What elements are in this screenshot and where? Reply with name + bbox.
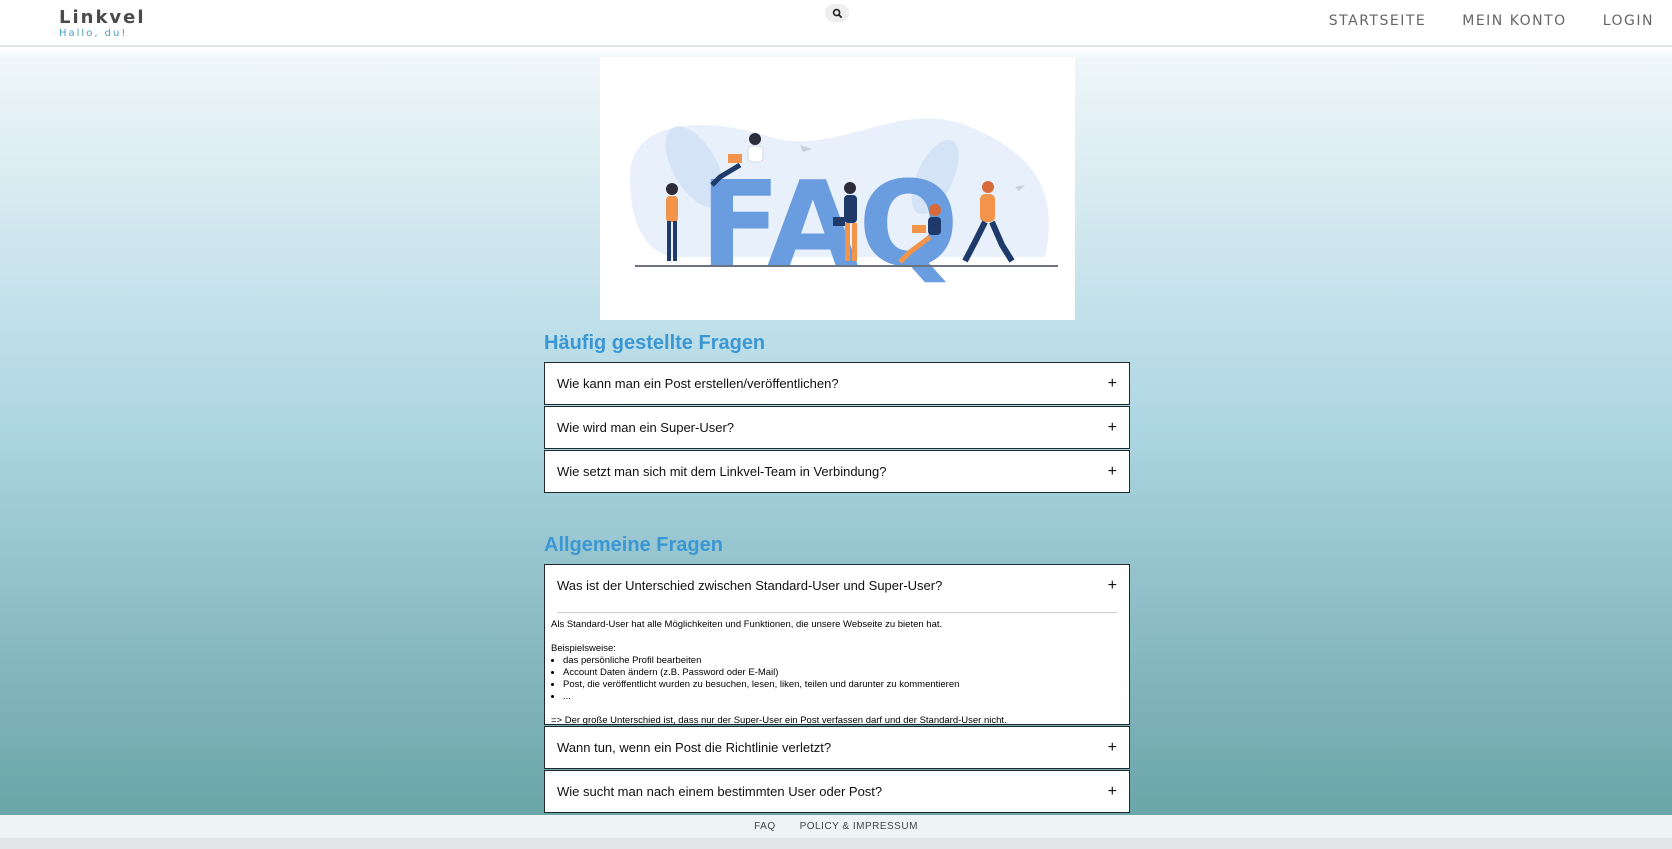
section-title-allgemein: Allgemeine Fragen	[544, 534, 723, 556]
list-item: ...	[563, 691, 1123, 703]
top-navbar: Linkvel Hallo, du! STARTSEITE MEIN KONTO…	[0, 0, 1672, 47]
faq-hero-illustration: FAQ	[600, 57, 1075, 320]
list-item: das persönliche Profil bearbeiten	[563, 655, 1123, 667]
search-icon	[832, 8, 842, 18]
plus-icon[interactable]: +	[1108, 375, 1117, 392]
faq-question: Wie setzt man sich mit dem Linkvel-Team …	[557, 464, 887, 479]
brand-logo[interactable]: Linkvel Hallo, du!	[59, 8, 146, 40]
answer-divider	[557, 612, 1117, 613]
faq-question: Was ist der Unterschied zwischen Standar…	[557, 578, 943, 593]
plus-icon[interactable]: +	[1108, 577, 1117, 594]
faq-question: Wie sucht man nach einem bestimmten User…	[557, 784, 883, 799]
faq-question: Wie wird man ein Super-User?	[557, 420, 735, 435]
faq-item[interactable]: Wie kann man ein Post erstellen/veröffen…	[544, 362, 1130, 405]
faq-letters: FAQ	[700, 155, 959, 293]
brand-name: Linkvel	[59, 7, 146, 28]
answer-intro: Als Standard-User hat alle Möglichkeiten…	[551, 619, 943, 630]
list-item: Account Daten ändern (z.B. Password oder…	[563, 667, 1123, 679]
search-button[interactable]	[825, 4, 849, 22]
plus-icon[interactable]: +	[1108, 783, 1117, 800]
footer: FAQ POLICY & IMPRESSUM	[0, 815, 1672, 838]
nav-mein-konto[interactable]: MEIN KONTO	[1462, 13, 1566, 29]
footer-link-faq[interactable]: FAQ	[754, 821, 776, 832]
plus-icon[interactable]: +	[1108, 463, 1117, 480]
faq-item[interactable]: Wann tun, wenn ein Post die Richtlinie v…	[544, 726, 1130, 769]
faq-item[interactable]: Wie setzt man sich mit dem Linkvel-Team …	[544, 450, 1130, 493]
faq-item[interactable]: Wie wird man ein Super-User? +	[544, 406, 1130, 449]
main-nav: STARTSEITE MEIN KONTO LOGIN	[1329, 13, 1654, 29]
list-item: Post, die veröffentlicht wurden zu besuc…	[563, 679, 1123, 691]
footer-link-policy[interactable]: POLICY & IMPRESSUM	[800, 821, 918, 832]
faq-item[interactable]: Wie sucht man nach einem bestimmten User…	[544, 770, 1130, 813]
plus-icon[interactable]: +	[1108, 419, 1117, 436]
faq-item-expanded[interactable]: Was ist der Unterschied zwischen Standar…	[544, 564, 1130, 726]
faq-question: Wie kann man ein Post erstellen/veröffen…	[557, 376, 839, 391]
section-title-haeufig: Häufig gestellte Fragen	[544, 332, 766, 354]
plus-icon[interactable]: +	[1108, 739, 1117, 756]
answer-examples-list: das persönliche Profil bearbeiten Accoun…	[551, 655, 1123, 703]
faq-question: Wann tun, wenn ein Post die Richtlinie v…	[557, 740, 832, 755]
answer-examples-label: Beispielsweise:	[551, 643, 616, 654]
faq-answer: Als Standard-User hat alle Möglichkeiten…	[545, 606, 1129, 733]
footer-strip	[0, 838, 1672, 849]
nav-startseite[interactable]: STARTSEITE	[1329, 13, 1426, 29]
brand-tagline: Hallo, du!	[59, 28, 128, 39]
nav-login[interactable]: LOGIN	[1603, 13, 1654, 29]
